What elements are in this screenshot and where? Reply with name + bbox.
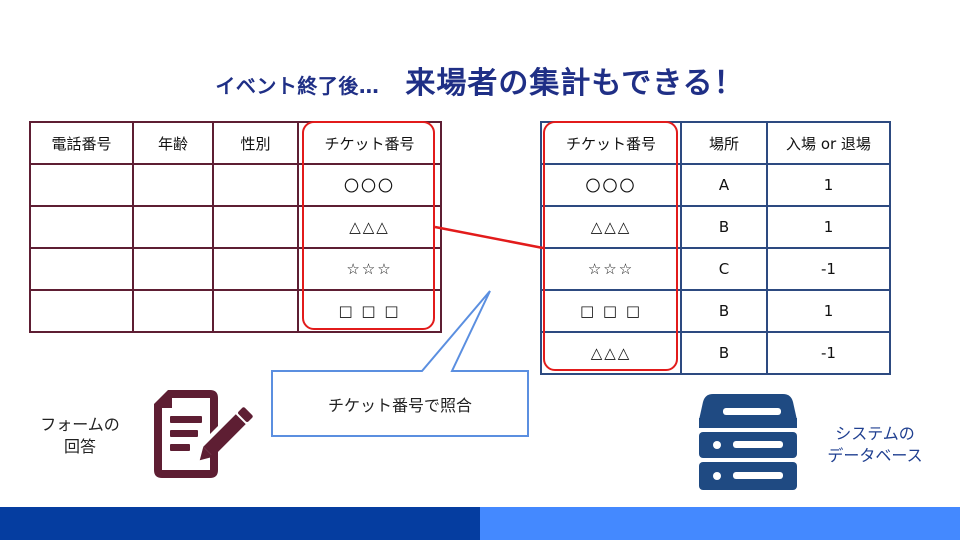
database-caption: システムの データベース xyxy=(812,423,938,467)
server-stack-icon xyxy=(699,394,797,490)
footer-bar-right xyxy=(480,507,960,540)
database-caption-line1: システムの xyxy=(835,424,915,443)
footer-bar-left xyxy=(0,507,480,540)
form-caption-line2: 回答 xyxy=(63,437,96,456)
database-caption-line2: データベース xyxy=(827,446,923,465)
match-connector-line xyxy=(434,225,544,250)
form-caption: フォームの 回答 xyxy=(30,414,130,458)
document-pen-icon xyxy=(154,390,253,478)
callout-label: チケット番号で照合 xyxy=(327,396,472,415)
form-caption-line1: フォームの xyxy=(40,415,120,434)
